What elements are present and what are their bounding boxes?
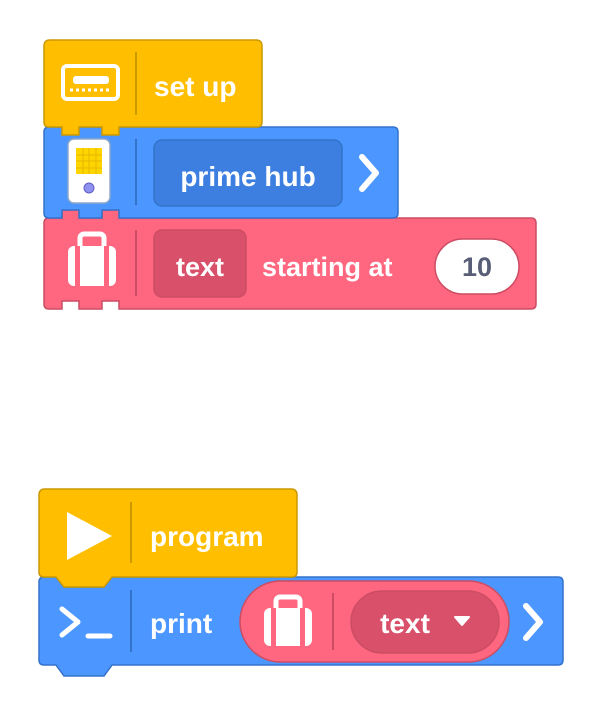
program-hat-block[interactable]: program	[38, 488, 298, 588]
variable-block[interactable]: text starting at 10	[43, 209, 537, 310]
variable-name-label: text	[176, 252, 224, 282]
hub-selector[interactable]: prime hub	[153, 139, 343, 207]
block-canvas: text starting at 10 prime hub set up pri…	[38, 39, 564, 677]
hub-block[interactable]: prime hub	[43, 118, 399, 219]
starting-value-text: 10	[462, 252, 492, 282]
setup-hat-block[interactable]: set up	[43, 39, 263, 136]
variable-dropdown[interactable]: text	[350, 590, 500, 654]
variable-dropdown-label: text	[380, 608, 430, 639]
prime-hub-icon	[67, 138, 111, 204]
starting-at-label: starting at	[262, 252, 393, 282]
hub-selector-label: prime hub	[180, 161, 315, 192]
variable-selector[interactable]: text	[153, 229, 247, 298]
starting-value-input[interactable]: 10	[434, 238, 520, 295]
program-label: program	[150, 521, 264, 552]
variable-reporter[interactable]: text	[239, 580, 510, 663]
print-label: print	[150, 608, 212, 639]
print-block[interactable]: print text	[38, 576, 564, 677]
setup-label: set up	[154, 71, 236, 102]
